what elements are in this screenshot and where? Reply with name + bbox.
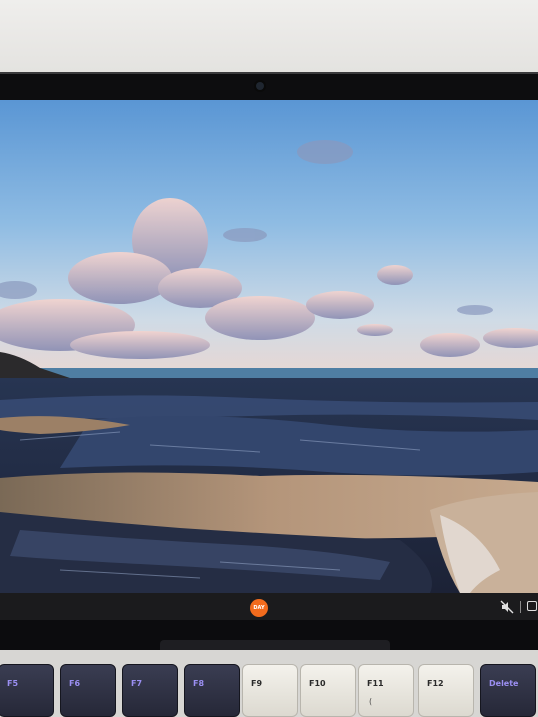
key-f7[interactable]: F7 (122, 664, 178, 717)
key-f10[interactable]: F10 (300, 664, 356, 717)
key-f12[interactable]: F12 (418, 664, 474, 717)
wallpaper-image (0, 100, 538, 593)
key-label: F8 (193, 679, 205, 688)
key-label: F6 (69, 679, 81, 688)
key-label: F12 (427, 679, 444, 688)
key-label: Delete (489, 679, 519, 688)
key-label: F10 (309, 679, 326, 688)
key-label: F7 (131, 679, 143, 688)
key-label: F9 (251, 679, 263, 688)
key-f9[interactable]: F9 (242, 664, 298, 717)
key-f8[interactable]: F8 (184, 664, 240, 717)
taskbar (0, 593, 538, 620)
start-button-label: DAY (253, 605, 265, 611)
key-label: F5 (7, 679, 19, 688)
background-wall (0, 0, 538, 78)
key-label: F11 (367, 679, 384, 688)
webcam-icon (256, 82, 264, 90)
start-button[interactable]: DAY (250, 599, 268, 617)
key-f6[interactable]: F6 (60, 664, 116, 717)
tray-divider (520, 601, 521, 613)
key-f5[interactable]: F5 (0, 664, 54, 717)
notification-icon[interactable] (527, 601, 537, 611)
desktop-wallpaper (0, 100, 538, 593)
key-sub-label: ( (369, 697, 373, 706)
mute-speaker-icon[interactable] (500, 600, 514, 614)
key-f11[interactable]: F11 ( (358, 664, 414, 717)
key-delete[interactable]: Delete (480, 664, 536, 717)
